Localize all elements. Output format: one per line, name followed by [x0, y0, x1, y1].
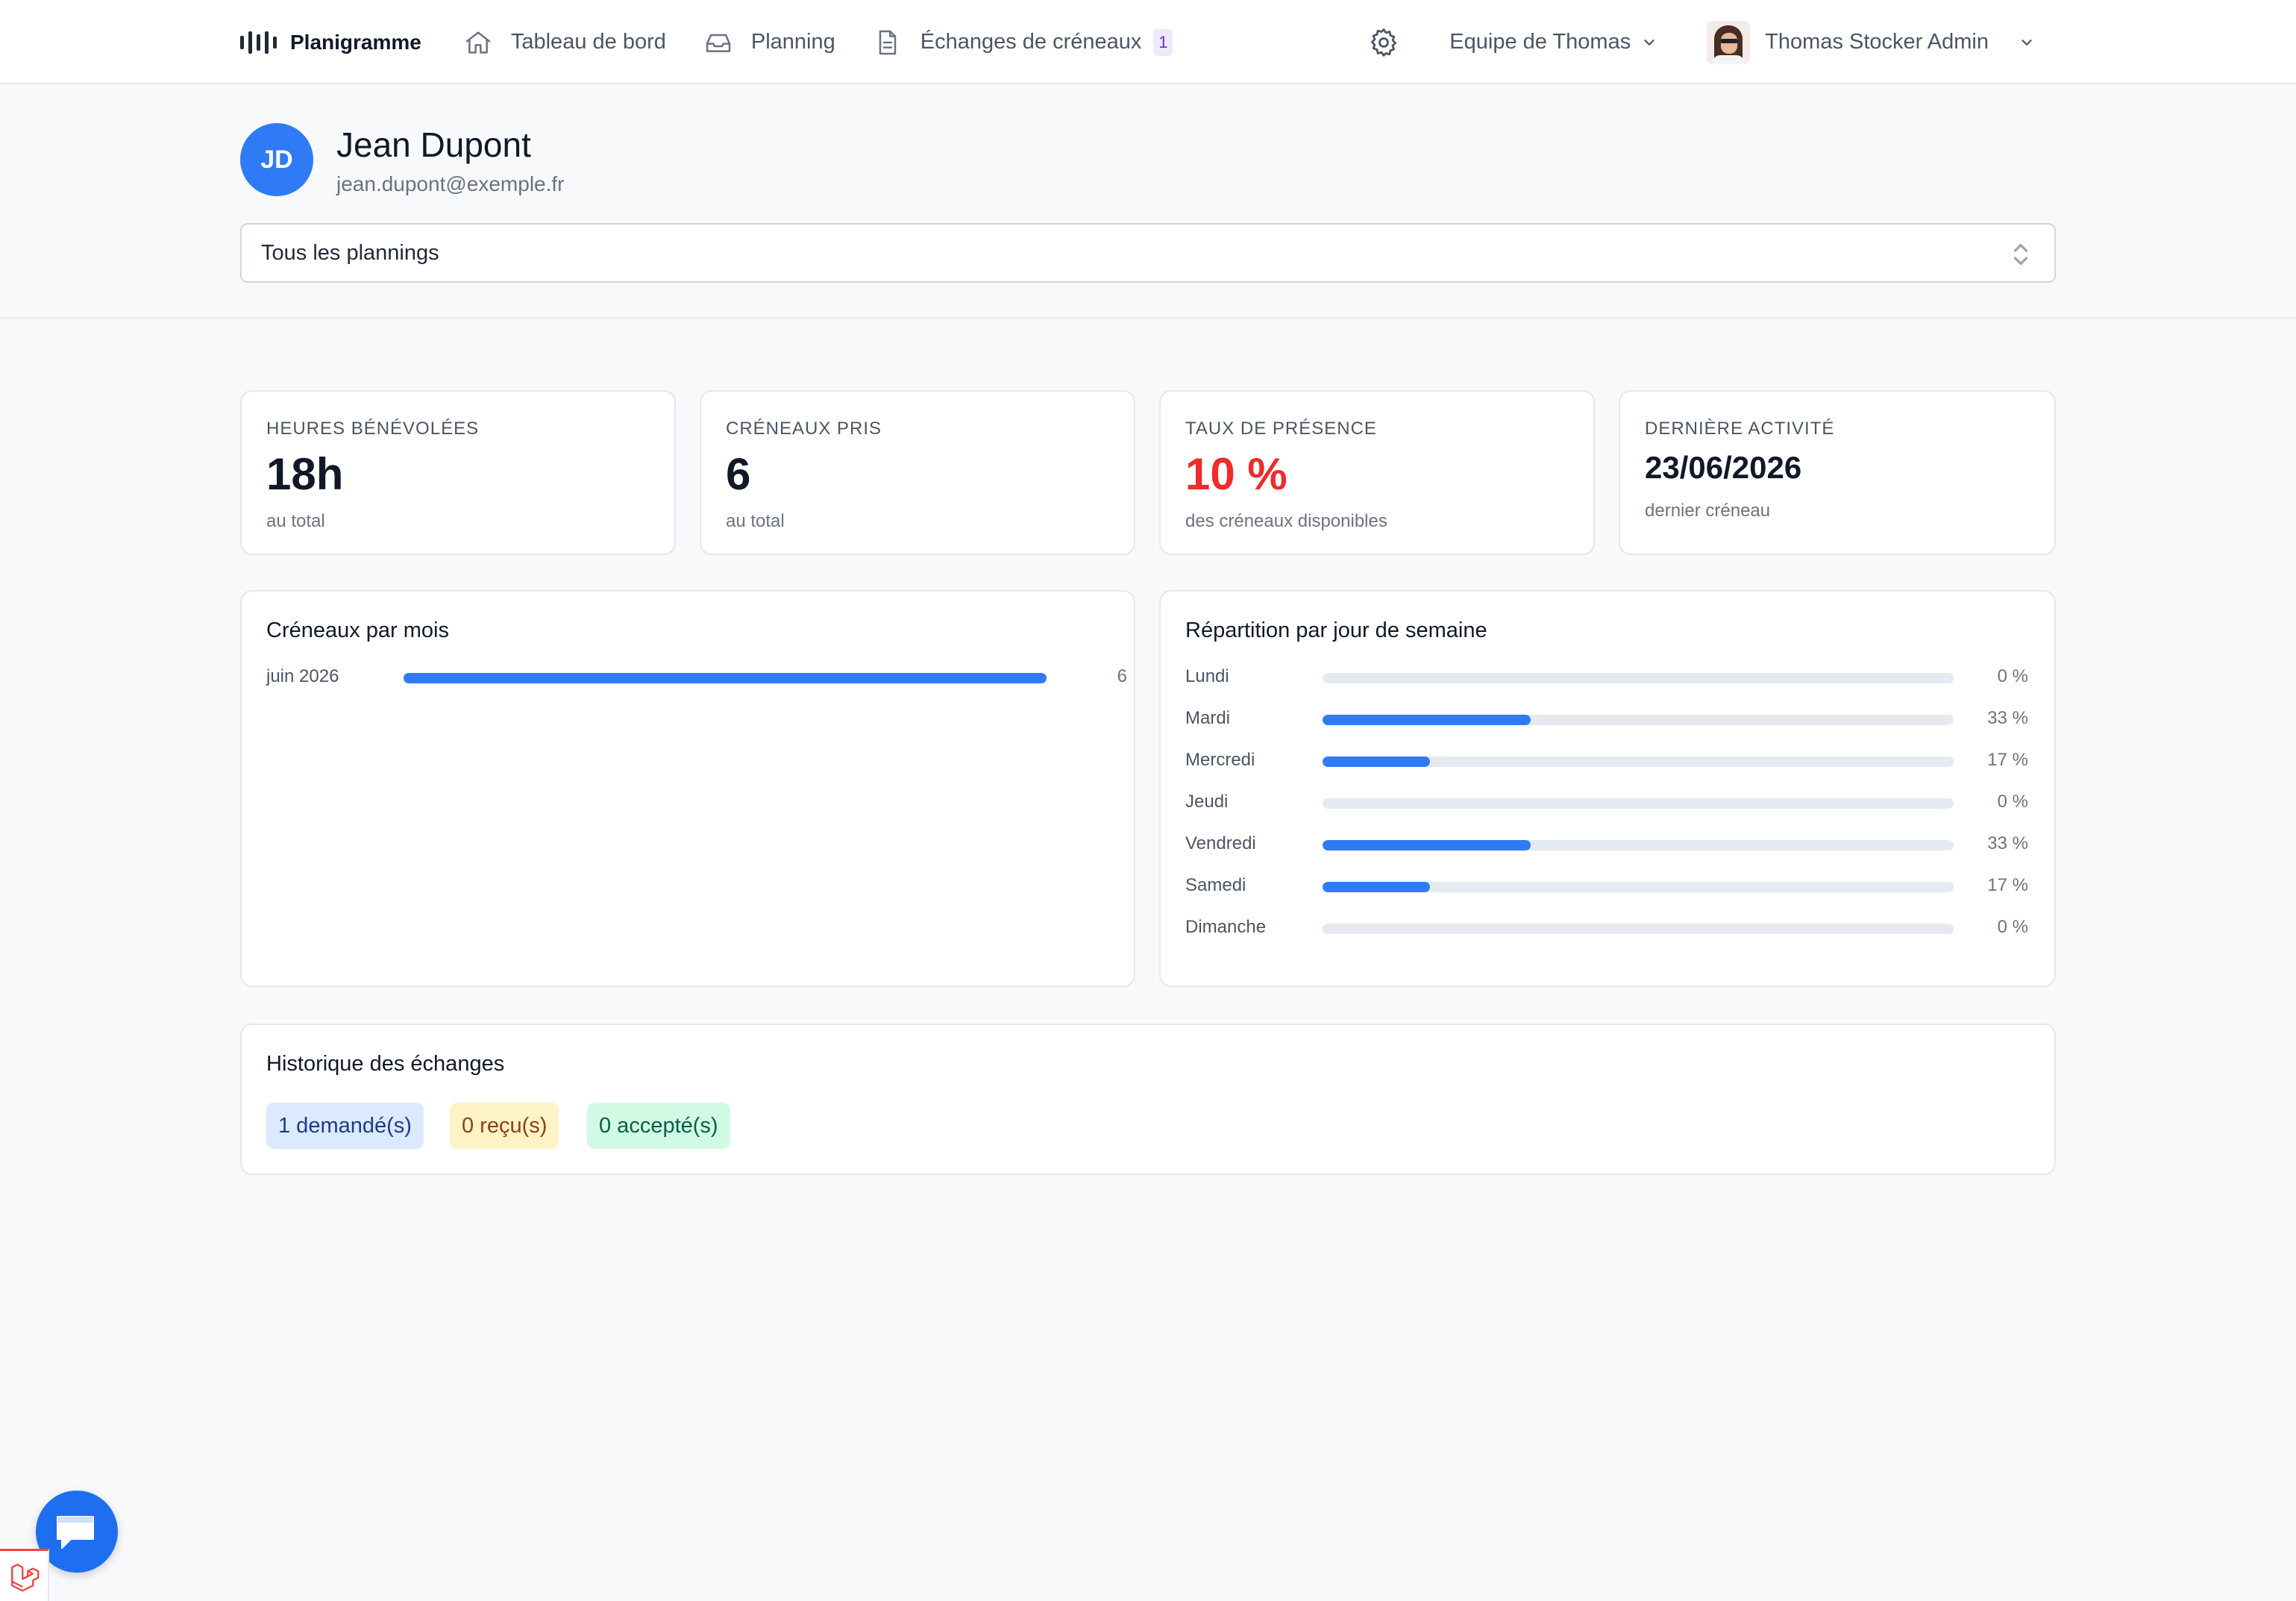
nav-link-label: Planning	[750, 30, 835, 54]
weekday-percent: 0 %	[1997, 792, 2028, 812]
select-arrows-icon	[2013, 243, 2028, 266]
weekday-label: Mardi	[1185, 708, 1231, 728]
chevron-down-icon	[1644, 39, 1654, 46]
profile-name: Jean Dupont	[336, 125, 531, 164]
profile-header: JD Jean Dupont jean.dupont@exemple.fr To…	[0, 84, 2296, 319]
month-value: 6	[1117, 666, 1127, 686]
card-title: Créneaux par mois	[266, 618, 449, 642]
stat-label: TAUX DE PRÉSENCE	[1185, 419, 1377, 439]
brand-link[interactable]: Planigramme	[240, 31, 421, 54]
weekday-bar-track	[1323, 673, 1954, 683]
stat-value: 6	[726, 449, 751, 499]
weekday-percent: 17 %	[1987, 875, 2028, 895]
requested-badge: 1 demandé(s)	[266, 1103, 424, 1149]
accepted-badge: 0 accepté(s)	[587, 1103, 730, 1149]
weekday-percent: 33 %	[1987, 833, 2028, 853]
stat-subtext: au total	[726, 511, 785, 531]
weekday-bar-fill	[1323, 756, 1430, 767]
month-row: juin 2026 6	[266, 666, 1127, 689]
weekday-bar-track	[1323, 840, 1954, 850]
stat-value: 18h	[266, 449, 344, 499]
weekday-label: Jeudi	[1185, 792, 1229, 812]
weekday-row: Mardi 33 %	[1185, 708, 2028, 730]
brand-name: Planigramme	[290, 30, 421, 54]
weekday-label: Vendredi	[1185, 833, 1256, 853]
laravel-logo-icon	[11, 1563, 40, 1591]
user-initials-avatar: JD	[240, 123, 313, 196]
stat-value: 10 %	[1185, 449, 1287, 499]
weekday-bar-fill	[1323, 882, 1430, 892]
laravel-debugbar-toggle[interactable]	[0, 1549, 49, 1601]
nav-link-planning[interactable]: Planning	[703, 28, 835, 57]
top-navbar: Planigramme Tableau de bord Planning Éch…	[0, 0, 2296, 84]
stat-card-presence: TAUX DE PRÉSENCE 10 % des créneaux dispo…	[1159, 390, 1595, 555]
inbox-icon	[706, 34, 731, 52]
weekday-row: Lundi 0 %	[1185, 666, 2028, 689]
planning-select[interactable]: Tous les plannings	[240, 223, 2056, 283]
stat-subtext: dernier créneau	[1645, 501, 1771, 521]
nav-link-dashboard[interactable]: Tableau de bord	[463, 28, 666, 57]
nav-link-label: Tableau de bord	[510, 30, 666, 54]
month-bar-fill	[404, 673, 1047, 683]
planning-select-value: Tous les plannings	[261, 240, 439, 265]
weekday-bar-fill	[1323, 715, 1531, 725]
weekday-bar-track	[1323, 798, 1954, 809]
weekday-bar-fill	[1323, 840, 1531, 850]
chat-icon	[57, 1516, 94, 1549]
weekday-label: Mercredi	[1185, 750, 1255, 770]
month-bar-track	[404, 673, 1047, 683]
stat-value: 23/06/2026	[1645, 450, 1802, 485]
weekday-percent: 17 %	[1987, 750, 2028, 770]
profile-email: jean.dupont@exemple.fr	[336, 172, 565, 195]
nav-right: Equipe de Thomas Thomas Stocker Admin	[1367, 0, 2035, 84]
stat-subtext: des créneaux disponibles	[1185, 511, 1387, 531]
weekday-distribution-card: Répartition par jour de semaine Lundi 0 %…	[1159, 590, 2056, 987]
received-badge: 0 reçu(s)	[450, 1103, 559, 1149]
nav-link-label: Échanges de créneaux	[920, 30, 1142, 54]
stat-label: CRÉNEAUX PRIS	[726, 419, 882, 439]
weekday-row: Samedi 17 %	[1185, 875, 2028, 897]
weekday-row: Mercredi 17 %	[1185, 750, 2028, 772]
weekday-bar-track	[1323, 715, 1954, 725]
user-avatar	[1707, 20, 1751, 64]
stat-card-slots: CRÉNEAUX PRIS 6 au total	[700, 390, 1135, 555]
nav-left: Planigramme Tableau de bord Planning Éch…	[240, 0, 1210, 84]
weekday-bar-track	[1323, 882, 1954, 892]
weekday-row: Vendredi 33 %	[1185, 833, 2028, 856]
weekday-percent: 0 %	[1997, 917, 2028, 937]
stat-subtext: au total	[266, 511, 325, 531]
weekday-label: Dimanche	[1185, 917, 1267, 937]
stat-card-last-activity: DERNIÈRE ACTIVITÉ 23/06/2026 dernier cré…	[1619, 390, 2056, 555]
card-title: Répartition par jour de semaine	[1185, 618, 1487, 642]
team-selector[interactable]: Equipe de Thomas	[1449, 30, 1657, 54]
swap-count-badge: 1	[1153, 28, 1173, 56]
user-name: Thomas Stocker Admin	[1765, 30, 1989, 54]
weekday-bar-track	[1323, 756, 1954, 767]
chevron-down-icon	[2021, 39, 2032, 46]
nav-link-swaps[interactable]: Échanges de créneaux 1	[873, 28, 1173, 57]
swap-history-card: Historique des échanges 1 demandé(s) 0 r…	[240, 1024, 2056, 1175]
weekday-row: Dimanche 0 %	[1185, 917, 2028, 939]
document-icon	[879, 30, 896, 54]
weekday-label: Lundi	[1185, 666, 1229, 686]
stat-label: HEURES BÉNÉVOLÉES	[266, 419, 480, 439]
bar-chart-logo-icon	[240, 31, 277, 54]
user-menu[interactable]: Thomas Stocker Admin	[1707, 20, 2035, 64]
gear-icon[interactable]	[1367, 26, 1400, 59]
weekday-percent: 33 %	[1987, 708, 2028, 728]
weekday-bar-track	[1323, 924, 1954, 934]
weekday-percent: 0 %	[1997, 666, 2028, 686]
home-icon	[465, 31, 491, 54]
month-label: juin 2026	[266, 666, 339, 686]
weekday-label: Samedi	[1185, 875, 1246, 895]
slots-per-month-card: Créneaux par mois juin 2026 6	[240, 590, 1135, 987]
weekday-row: Jeudi 0 %	[1185, 792, 2028, 814]
stat-label: DERNIÈRE ACTIVITÉ	[1645, 419, 1835, 439]
stat-card-hours: HEURES BÉNÉVOLÉES 18h au total	[240, 390, 676, 555]
team-name: Equipe de Thomas	[1449, 30, 1631, 54]
card-title: Historique des échanges	[266, 1052, 505, 1076]
